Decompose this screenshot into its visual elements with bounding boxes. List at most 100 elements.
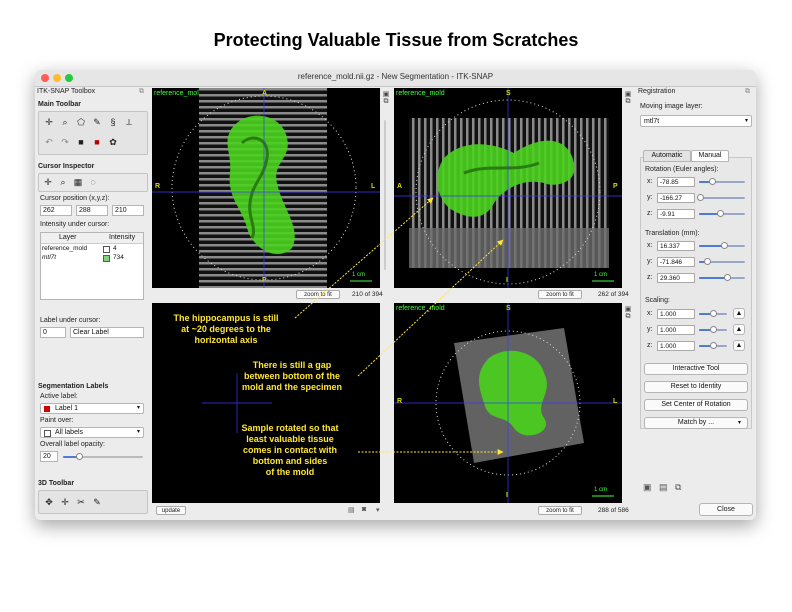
scale-label: 1 cm [594,272,608,278]
opacity-slider-knob[interactable] [76,453,83,460]
cube-icon[interactable]: ■ [75,136,87,148]
opacity-slider[interactable] [63,453,143,460]
scaling-value-field[interactable]: 1.000 [657,309,695,319]
label-value-field[interactable]: 0 [40,327,66,338]
save-icon[interactable]: ▤ [659,482,668,493]
close-button[interactable]: Close [699,503,753,516]
zoom-to-fit-button[interactable]: zoom to fit [538,506,582,515]
rotation-slider[interactable] [697,194,745,201]
registration-title: Registration [638,88,676,95]
chevron-down-icon[interactable]: ▾ [376,506,380,514]
translation-value-field[interactable]: 16.337 [657,241,695,251]
translation-slider[interactable] [699,242,745,249]
undock-icon[interactable]: ⧉ [139,88,144,96]
crosshair-tool-icon[interactable]: ✛ [43,116,55,128]
flip-icon[interactable]: ▲ [733,308,745,319]
rotation-slider[interactable] [699,210,745,217]
rotation-value-field[interactable]: -166.27 [657,193,695,203]
rotation-value-field[interactable]: -9.91 [657,209,695,219]
slice-counter: 288 of 586 [598,507,629,514]
undo-icon[interactable]: ↶ [43,136,55,148]
inspector-crosshair-icon[interactable]: ✛ [42,176,54,188]
rotation-slider-knob[interactable] [716,210,724,217]
flip-icon[interactable]: ▲ [733,340,745,351]
scaling-slider[interactable] [699,342,727,349]
annotation-line: mold and the specimen [241,382,343,392]
brush-3d-icon[interactable]: ✎ [91,496,103,508]
crosshair-3d-icon[interactable]: ✛ [59,496,71,508]
translation-slider[interactable] [699,258,745,265]
translation-axis-label: x: [647,242,653,249]
polygon-tool-icon[interactable]: ⬠ [75,116,87,128]
update-button[interactable]: update [156,506,186,515]
paint-over-select[interactable]: All labels ▾ [40,427,144,438]
reset-to-identity-button[interactable]: Reset to Identity [644,381,748,393]
coronal-view[interactable]: reference_mold S I R L 1 cm [394,303,622,503]
flip-icon[interactable]: ▲ [733,324,745,335]
table-row[interactable]: reference_mold 4 [41,244,143,253]
paintbrush-tool-icon[interactable]: ✎ [91,116,103,128]
rotate-3d-icon[interactable]: ✥ [43,496,55,508]
expand-icon[interactable]: ⧉ [623,98,633,106]
zoom-to-fit-button[interactable]: zoom to fit [538,290,582,299]
layout-icon[interactable]: ▣ [381,90,391,98]
palette-icon[interactable]: ✿ [107,136,119,148]
match-by-select[interactable]: Match by ... ▾ [644,417,748,429]
expand-icon[interactable]: ⧉ [623,313,633,321]
label-under-cursor-caption: Label under cursor: [40,317,101,324]
undock-icon[interactable]: ⧉ [745,88,750,96]
redo-icon[interactable]: ↷ [59,136,71,148]
scaling-value-field[interactable]: 1.000 [657,325,695,335]
layers-icon[interactable]: ■ [91,136,103,148]
orient-bottom: I [506,492,508,499]
chevron-down-icon: ▾ [136,405,140,411]
layout-icon[interactable]: ▣ [623,90,633,98]
save-icon[interactable]: ▤ [348,506,355,514]
rotation-slider-knob[interactable] [708,178,716,185]
snake-tool-icon[interactable]: § [107,116,119,128]
window-title: reference_mold.nii.gz - New Segmentation… [297,72,494,81]
translation-slider-knob[interactable] [723,274,731,281]
open-icon[interactable]: ▣ [643,482,652,493]
active-label-caption: Active label: [40,393,78,400]
axial-view[interactable]: reference_mold A P R L 1 cm [152,88,380,288]
active-label-select[interactable]: Label 1 ▾ [40,403,144,414]
scaling-slider-knob[interactable] [710,342,717,349]
rotation-value-field[interactable]: -78.85 [657,177,695,187]
scaling-slider[interactable] [699,310,727,317]
axial-slice-slider[interactable] [384,120,386,270]
scalpel-icon[interactable]: ✂ [75,496,87,508]
inspector-zoom-icon[interactable]: ⌕ [57,176,69,188]
label-name-field[interactable]: Clear Label [70,327,144,338]
tab-automatic[interactable]: Automatic [643,150,691,162]
translation-value-field[interactable]: 29.360 [657,273,695,283]
zoom-to-fit-button[interactable]: zoom to fit [296,290,340,299]
inspector-grid-icon[interactable]: ▦ [72,176,84,188]
cursor-y-field[interactable]: 288 [76,205,108,216]
expand-icon[interactable]: ⧉ [381,98,391,106]
scaling-slider-knob[interactable] [710,310,717,317]
layer-name: reference_mold [42,245,88,252]
set-center-of-rotation-button[interactable]: Set Center of Rotation [644,399,748,411]
cursor-x-field[interactable]: 262 [40,205,72,216]
ruler-tool-icon[interactable]: ⟂ [123,116,135,128]
scaling-slider-knob[interactable] [710,326,717,333]
interactive-tool-button[interactable]: Interactive Tool [644,363,748,375]
tab-manual[interactable]: Manual [691,150,729,162]
sagittal-view[interactable]: reference_mold S I A P 1 cm [394,88,622,288]
inspector-display-icon[interactable]: ◌ [87,176,99,188]
moving-layer-select[interactable]: mtl7t ▾ [640,115,752,127]
copy-icon[interactable]: ⧉ [675,482,681,493]
coronal-image [394,303,622,503]
zoom-tool-icon[interactable]: ⌕ [59,116,71,128]
translation-value-field[interactable]: -71.846 [657,257,695,267]
layout-icon[interactable]: ▣ [623,305,633,313]
scaling-value-field[interactable]: 1.000 [657,341,695,351]
translation-slider[interactable] [699,274,745,281]
cursor-z-field[interactable]: 210 [112,205,144,216]
scaling-slider[interactable] [699,326,727,333]
opacity-field[interactable]: 20 [40,451,58,462]
table-row[interactable]: mtl7t 734 [41,253,143,262]
rotation-slider[interactable] [699,178,745,185]
camera-icon[interactable]: ◙ [362,506,366,513]
